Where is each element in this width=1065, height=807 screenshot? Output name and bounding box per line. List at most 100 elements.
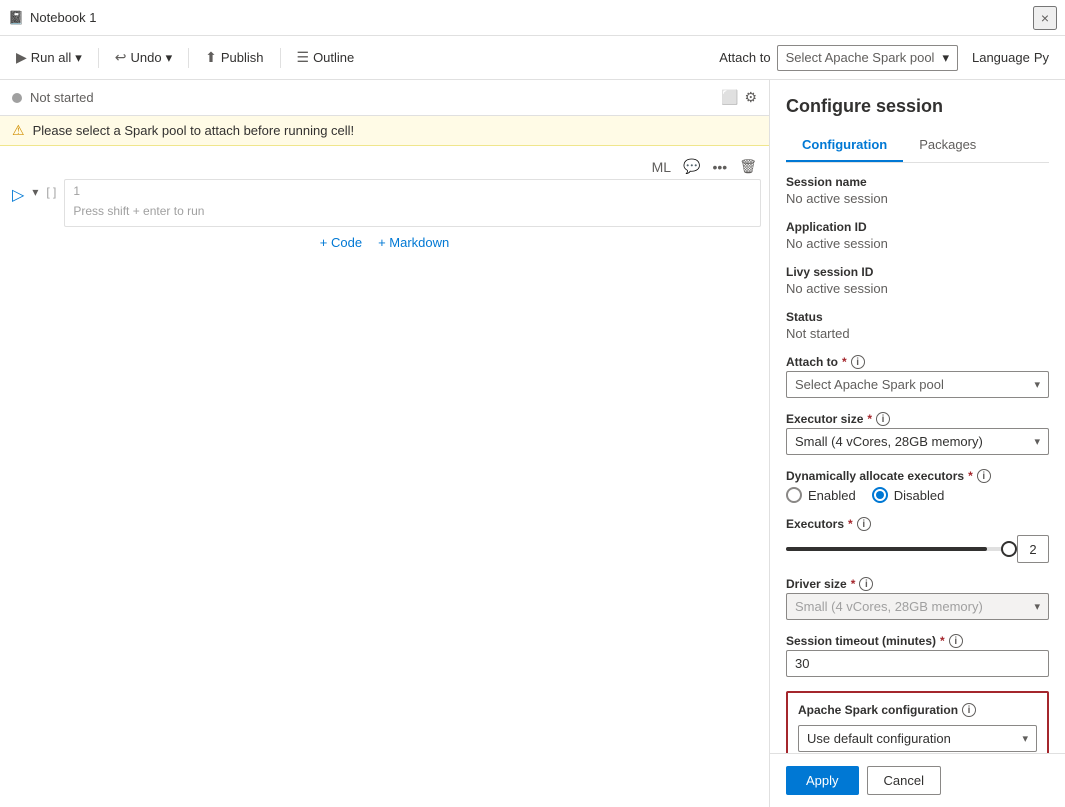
session-timeout-input[interactable] <box>786 650 1049 677</box>
cell-content[interactable]: 1 Press shift + enter to run <box>64 179 761 227</box>
executor-size-info-icon[interactable]: i <box>876 412 890 426</box>
notebook-icon: 📓 <box>8 10 24 26</box>
separator-3 <box>280 48 281 68</box>
spark-config-dropdown[interactable]: Use default configuration ▾ <box>798 725 1037 752</box>
livy-session-label: Livy session ID <box>786 265 1049 279</box>
session-timeout-label: Session timeout (minutes) * i <box>786 634 1049 648</box>
enabled-radio[interactable]: Enabled <box>786 487 856 503</box>
driver-size-value: Small (4 vCores, 28GB memory) <box>795 599 983 614</box>
spark-pool-dropdown[interactable]: Select Apache Spark pool ▾ <box>777 45 958 71</box>
executors-slider-track <box>786 547 1009 551</box>
driver-size-required: * <box>851 577 856 591</box>
status-bar: Not started ⬜ ⚙ <box>0 80 769 116</box>
add-markdown-button[interactable]: + Markdown <box>378 235 449 250</box>
language-button[interactable]: Language Py <box>964 46 1057 69</box>
title-bar: 📓 Notebook 1 × <box>0 0 1065 36</box>
executors-slider-thumb[interactable] <box>1001 541 1017 557</box>
spark-pool-placeholder: Select Apache Spark pool <box>786 50 935 65</box>
cell-container: ML 💬 ••• 🗑 ▷ ▾ [ ] 1 Press shift + enter… <box>0 154 769 227</box>
dynamic-executors-info-icon[interactable]: i <box>977 469 991 483</box>
executor-size-dropdown[interactable]: Small (4 vCores, 28GB memory) ▾ <box>786 428 1049 455</box>
application-id-label: Application ID <box>786 220 1049 234</box>
spark-config-info-icon[interactable]: i <box>962 703 976 717</box>
run-chevron-icon: ▾ <box>75 50 82 66</box>
undo-label: Undo <box>131 50 162 65</box>
session-timeout-required: * <box>940 634 945 648</box>
warning-icon: ⚠ <box>12 122 25 139</box>
dynamic-executors-required: * <box>968 469 973 483</box>
language-label: Language <box>972 50 1030 65</box>
spark-config-box: Apache Spark configuration i Use default… <box>786 691 1049 753</box>
panel-content: Session name No active session Applicati… <box>770 163 1065 753</box>
panel-header: Configure session Configuration Packages <box>770 80 1065 163</box>
dynamic-executors-field: Dynamically allocate executors * i Enabl… <box>786 469 1049 503</box>
executors-info-icon[interactable]: i <box>857 517 871 531</box>
executors-slider-fill <box>786 547 987 551</box>
session-status-value: Not started <box>786 326 1049 341</box>
more-button[interactable]: ••• <box>709 156 732 177</box>
driver-size-dropdown[interactable]: Small (4 vCores, 28GB memory) ▾ <box>786 593 1049 620</box>
panel-footer: Apply Cancel <box>770 753 1065 807</box>
code-cell: ▷ ▾ [ ] 1 Press shift + enter to run <box>0 179 769 227</box>
application-id-value: No active session <box>786 236 1049 251</box>
notebook-area: Not started ⬜ ⚙ ⚠ Please select a Spark … <box>0 80 770 807</box>
status-indicator <box>12 93 22 103</box>
run-icon: ▶ <box>16 49 27 66</box>
cell-prompt-text: Press shift + enter to run <box>65 202 760 226</box>
comment-button[interactable]: 💬 <box>679 156 704 177</box>
run-all-button[interactable]: ▶ Run all ▾ <box>8 45 90 70</box>
attach-to-required: * <box>842 355 847 369</box>
undo-chevron-icon: ▾ <box>166 50 173 66</box>
spark-config-label: Apache Spark configuration i <box>798 703 1037 717</box>
executors-label: Executors * i <box>786 517 1049 531</box>
tab-configuration[interactable]: Configuration <box>786 129 903 162</box>
apply-button[interactable]: Apply <box>786 766 859 795</box>
attach-to-chevron-icon: ▾ <box>1034 378 1040 391</box>
add-code-label: + Code <box>320 235 362 250</box>
undo-button[interactable]: ↩ Undo ▾ <box>107 45 180 70</box>
driver-size-info-icon[interactable]: i <box>859 577 873 591</box>
executor-size-value: Small (4 vCores, 28GB memory) <box>795 434 983 449</box>
publish-label: Publish <box>221 50 264 65</box>
attach-to-info-icon[interactable]: i <box>851 355 865 369</box>
application-id-field: Application ID No active session <box>786 220 1049 251</box>
outline-button[interactable]: ☰ Outline <box>289 45 363 70</box>
executor-size-required: * <box>867 412 872 426</box>
settings-button[interactable]: ⚙ <box>744 89 757 106</box>
disabled-radio[interactable]: Disabled <box>872 487 945 503</box>
warning-text: Please select a Spark pool to attach bef… <box>33 123 355 138</box>
ml-button[interactable]: ML <box>648 156 675 177</box>
outline-icon: ☰ <box>297 49 310 66</box>
executor-size-chevron-icon: ▾ <box>1034 435 1040 448</box>
add-markdown-label: + Markdown <box>378 235 449 250</box>
separator-2 <box>188 48 189 68</box>
notebook-title: Notebook 1 <box>30 10 1033 25</box>
attach-to-dropdown[interactable]: Select Apache Spark pool ▾ <box>786 371 1049 398</box>
close-button[interactable]: × <box>1033 6 1057 30</box>
executor-size-label: Executor size * i <box>786 412 1049 426</box>
session-name-label: Session name <box>786 175 1049 189</box>
cell-area: ML 💬 ••• 🗑 ▷ ▾ [ ] 1 Press shift + enter… <box>0 146 769 807</box>
run-all-label: Run all <box>31 50 71 65</box>
session-timeout-info-icon[interactable]: i <box>949 634 963 648</box>
executor-size-field: Executor size * i Small (4 vCores, 28GB … <box>786 412 1049 455</box>
attach-to-field-label: Attach to * i <box>786 355 1049 369</box>
tab-packages[interactable]: Packages <box>903 129 992 162</box>
cell-run-button[interactable]: ▷ <box>8 181 28 209</box>
cell-collapse-button[interactable]: ▾ <box>28 181 42 203</box>
warning-bar: ⚠ Please select a Spark pool to attach b… <box>0 116 769 146</box>
separator-1 <box>98 48 99 68</box>
cancel-button[interactable]: Cancel <box>867 766 941 795</box>
attach-to-group: Attach to Select Apache Spark pool ▾ Lan… <box>719 45 1057 71</box>
dropdown-chevron-icon: ▾ <box>942 50 949 66</box>
publish-icon: ⬆ <box>205 49 217 66</box>
panel-tabs: Configuration Packages <box>786 129 1049 163</box>
undo-icon: ↩ <box>115 49 127 66</box>
livy-session-value: No active session <box>786 281 1049 296</box>
publish-button[interactable]: ⬆ Publish <box>197 45 271 70</box>
maximize-button[interactable]: ⬜ <box>721 89 738 106</box>
delete-button[interactable]: 🗑 <box>735 156 761 177</box>
dynamic-executors-label: Dynamically allocate executors * i <box>786 469 1049 483</box>
add-code-button[interactable]: + Code <box>320 235 362 250</box>
attach-to-label: Attach to <box>719 50 770 65</box>
